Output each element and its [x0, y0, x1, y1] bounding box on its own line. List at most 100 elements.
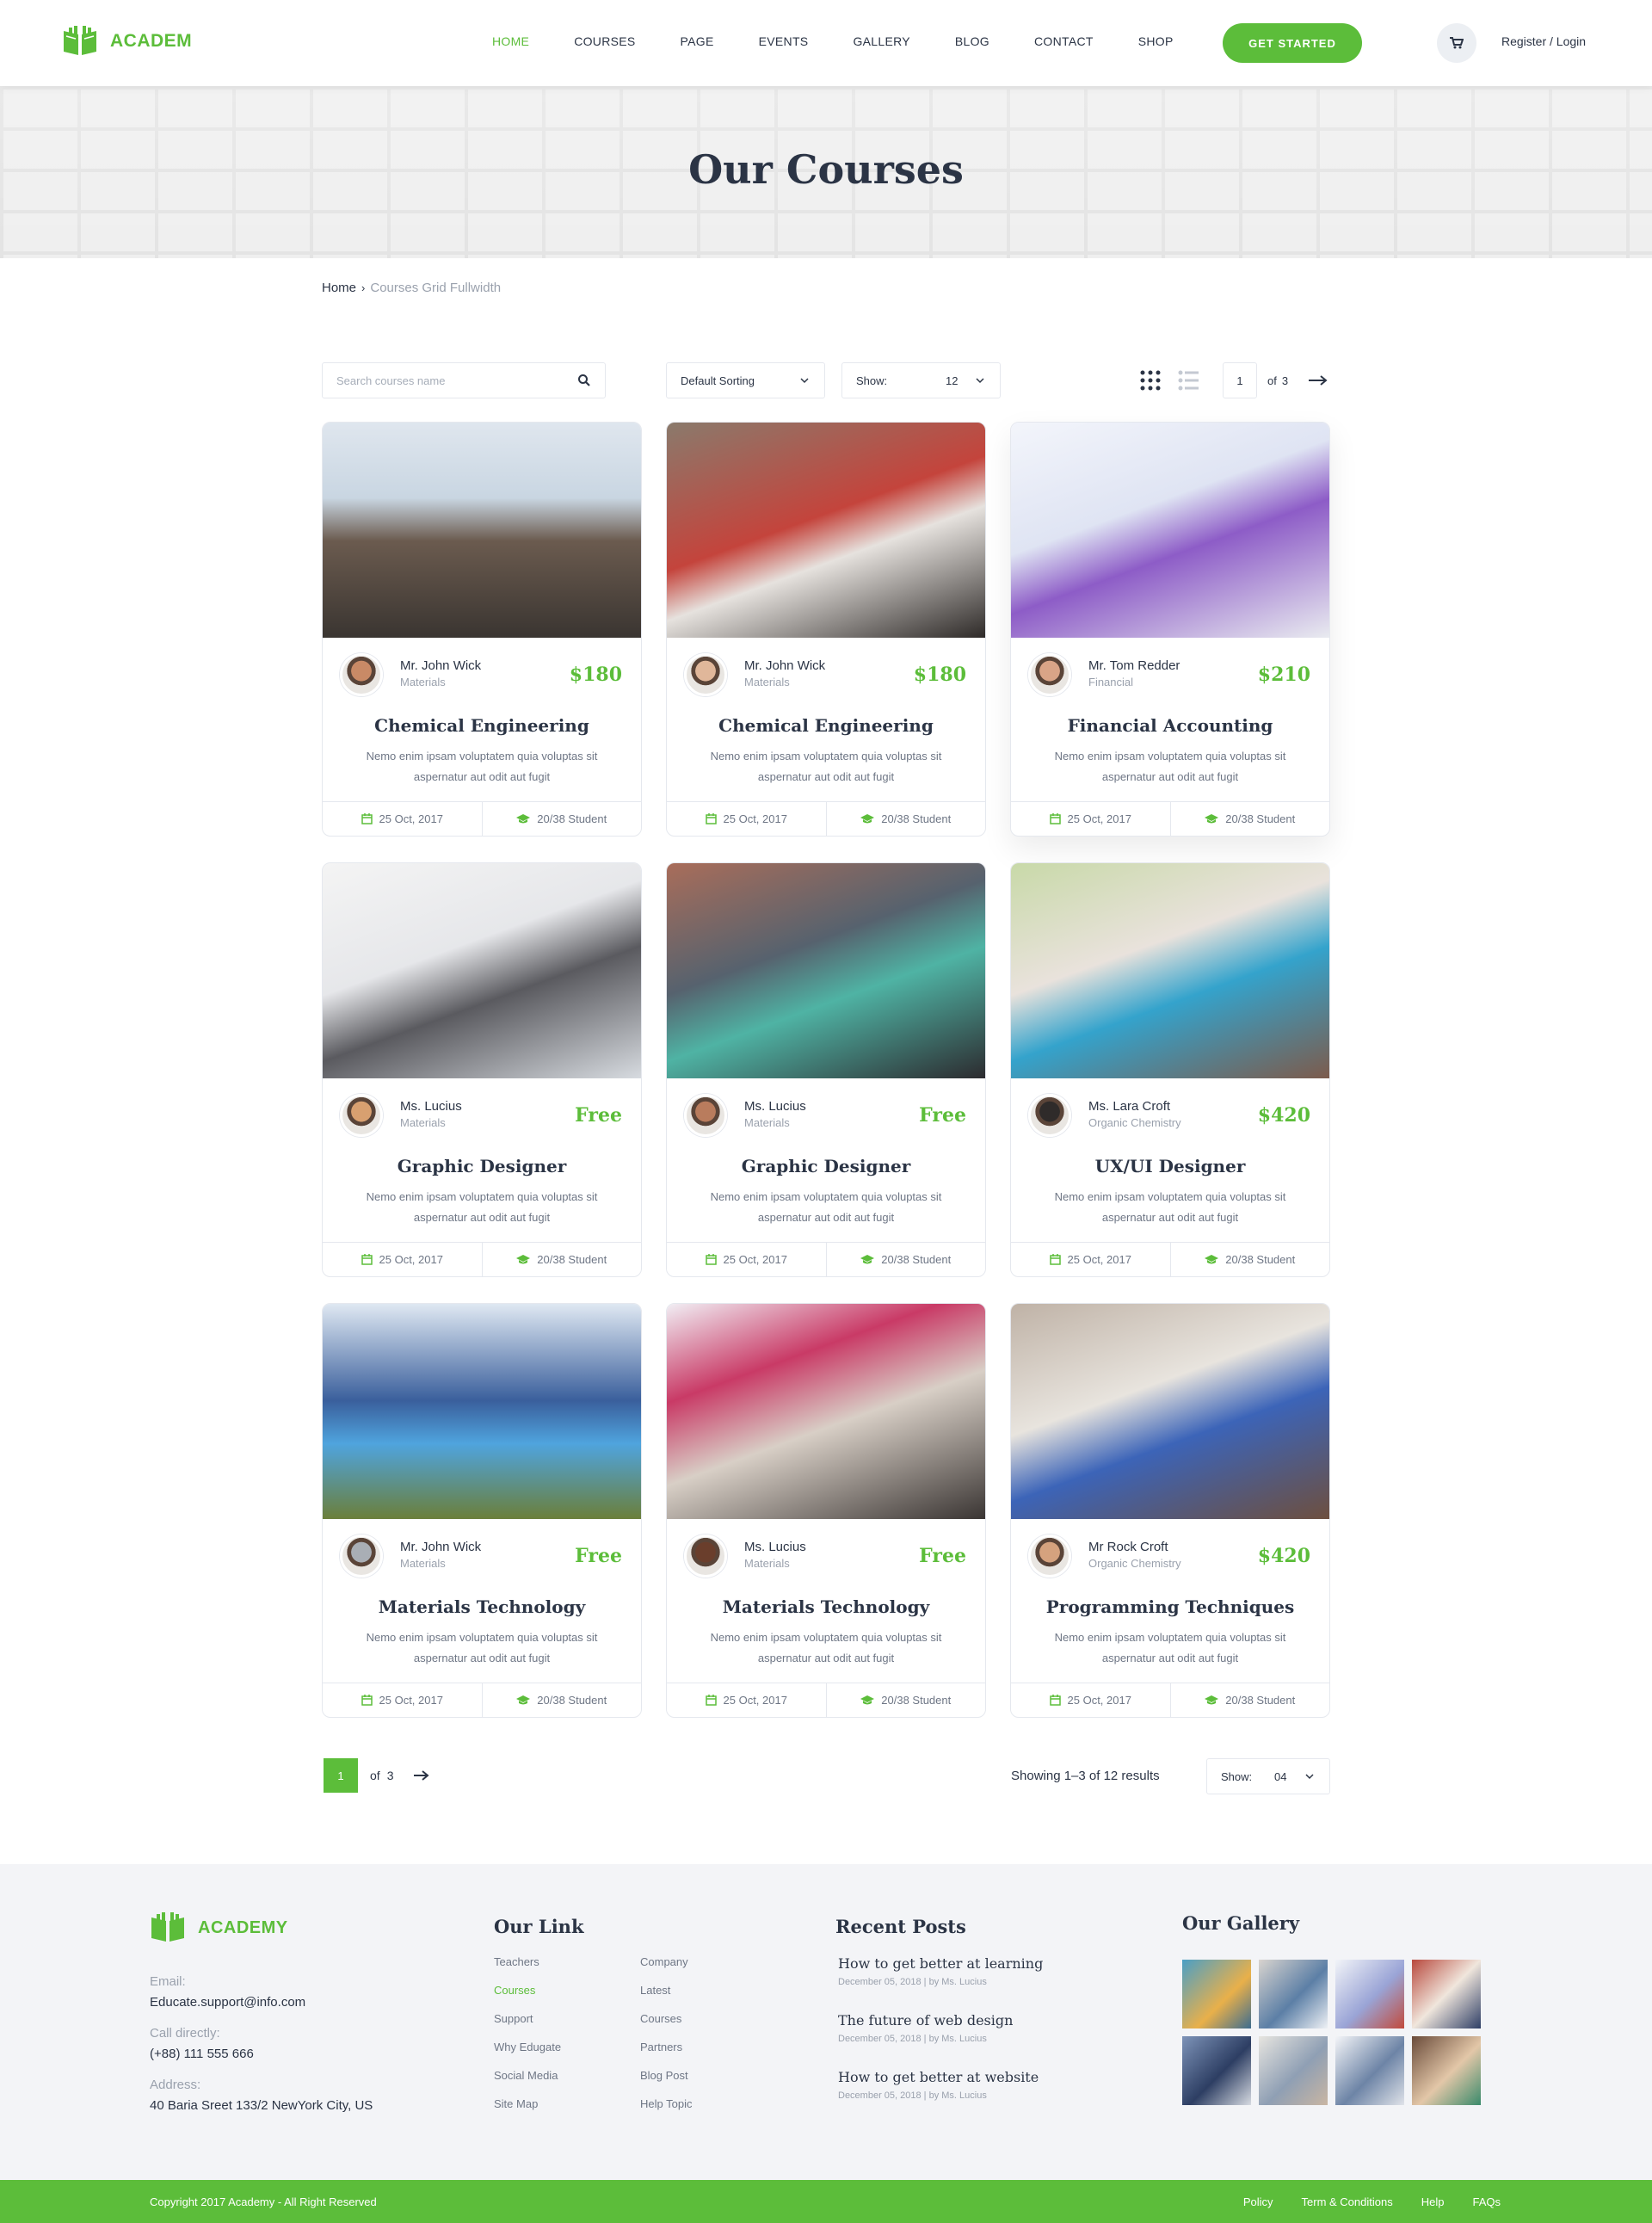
- avatar[interactable]: [684, 1534, 727, 1578]
- gallery-image[interactable]: [1412, 2036, 1481, 2105]
- course-image[interactable]: [1011, 423, 1329, 638]
- arrow-right-icon[interactable]: [1309, 375, 1328, 386]
- email-value[interactable]: Educate.support@info.com: [150, 1995, 305, 2010]
- course-card[interactable]: Ms. Lucius Materials Free Graphic Designer N…: [322, 862, 642, 1277]
- footer-link[interactable]: Blog Post: [640, 2069, 692, 2097]
- course-card[interactable]: Mr. John Wick Materials Free Materials Tech…: [322, 1303, 642, 1718]
- course-title[interactable]: Financial Accounting: [1011, 715, 1329, 736]
- teacher-name[interactable]: Ms. Lucius: [744, 1540, 806, 1554]
- footer-link[interactable]: Social Media: [494, 2069, 561, 2097]
- course-card[interactable]: Mr. John Wick Materials $180 Chemical Engin…: [322, 422, 642, 837]
- teacher-name[interactable]: Mr. John Wick: [400, 658, 481, 673]
- teacher-name[interactable]: Ms. Lara Croft: [1088, 1099, 1170, 1114]
- nav-blog[interactable]: BLOG: [955, 34, 989, 48]
- course-image[interactable]: [667, 1304, 985, 1519]
- grid-view-icon[interactable]: [1140, 370, 1161, 391]
- course-image[interactable]: [323, 1304, 641, 1519]
- course-card[interactable]: Mr Rock Croft Organic Chemistry $420 Progra…: [1010, 1303, 1330, 1718]
- footer-link[interactable]: Company: [640, 1955, 692, 1984]
- recent-post[interactable]: How to get better at website December 05…: [838, 2069, 1039, 2101]
- teacher-name[interactable]: Mr. Tom Redder: [1088, 658, 1180, 673]
- gallery-image[interactable]: [1335, 2036, 1404, 2105]
- course-title[interactable]: Materials Technology: [667, 1596, 985, 1617]
- nav-courses[interactable]: COURSES: [574, 34, 635, 48]
- course-image[interactable]: [323, 423, 641, 638]
- avatar[interactable]: [340, 653, 383, 696]
- teacher-name[interactable]: Mr Rock Croft: [1088, 1540, 1168, 1554]
- sorting-select[interactable]: Default Sorting: [666, 362, 825, 398]
- policy-link[interactable]: Policy: [1243, 2195, 1273, 2208]
- footer-link[interactable]: Teachers: [494, 1955, 561, 1984]
- course-title[interactable]: Graphic Designer: [323, 1156, 641, 1176]
- page-number-input[interactable]: 1: [1223, 362, 1257, 398]
- footer-link[interactable]: Courses: [640, 2012, 692, 2041]
- arrow-right-icon[interactable]: [414, 1770, 430, 1781]
- course-title[interactable]: Chemical Engineering: [667, 715, 985, 736]
- avatar[interactable]: [684, 1094, 727, 1137]
- avatar[interactable]: [684, 653, 727, 696]
- phone-value[interactable]: (+88) 111 555 666: [150, 2047, 254, 2061]
- list-view-icon[interactable]: [1178, 370, 1199, 391]
- nav-page[interactable]: PAGE: [681, 34, 714, 48]
- course-card[interactable]: Ms. Lucius Materials Free Graphic Designer N…: [666, 862, 986, 1277]
- nav-home[interactable]: HOME: [492, 34, 529, 48]
- register-login-link[interactable]: Register / Login: [1501, 34, 1586, 48]
- course-image[interactable]: [1011, 863, 1329, 1078]
- course-image[interactable]: [667, 423, 985, 638]
- footer-logo[interactable]: ACADEMY: [150, 1912, 288, 1943]
- course-image[interactable]: [667, 863, 985, 1078]
- avatar[interactable]: [1028, 1534, 1071, 1578]
- post-title[interactable]: The future of web design: [838, 2012, 1013, 2028]
- course-image[interactable]: [323, 863, 641, 1078]
- page-1-button[interactable]: 1: [324, 1758, 358, 1793]
- teacher-name[interactable]: Mr. John Wick: [744, 658, 825, 673]
- teacher-name[interactable]: Ms. Lucius: [744, 1099, 806, 1114]
- post-title[interactable]: How to get better at website: [838, 2069, 1039, 2085]
- nav-gallery[interactable]: GALLERY: [853, 34, 909, 48]
- course-card[interactable]: Ms. Lara Croft Organic Chemistry $420 UX/UI…: [1010, 862, 1330, 1277]
- course-card[interactable]: Mr. Tom Redder Financial $210 Financial Acc…: [1010, 422, 1330, 837]
- course-title[interactable]: Chemical Engineering: [323, 715, 641, 736]
- nav-contact[interactable]: CONTACT: [1034, 34, 1094, 48]
- course-title[interactable]: Graphic Designer: [667, 1156, 985, 1176]
- terms-link[interactable]: Term & Conditions: [1302, 2195, 1393, 2208]
- search-icon[interactable]: [577, 374, 591, 387]
- gallery-image[interactable]: [1259, 2036, 1328, 2105]
- recent-post[interactable]: The future of web design December 05, 20…: [838, 2012, 1013, 2044]
- avatar[interactable]: [1028, 1094, 1071, 1137]
- gallery-image[interactable]: [1182, 2036, 1251, 2105]
- get-started-button[interactable]: GET STARTED: [1223, 23, 1362, 63]
- nav-shop[interactable]: SHOP: [1138, 34, 1174, 48]
- footer-link[interactable]: Why Edugate: [494, 2041, 561, 2069]
- help-link[interactable]: Help: [1421, 2195, 1445, 2208]
- breadcrumb-home[interactable]: Home: [322, 281, 356, 295]
- footer-link[interactable]: Partners: [640, 2041, 692, 2069]
- gallery-image[interactable]: [1182, 1960, 1251, 2028]
- gallery-image[interactable]: [1259, 1960, 1328, 2028]
- logo[interactable]: ACADEM: [62, 26, 192, 57]
- teacher-name[interactable]: Mr. John Wick: [400, 1540, 481, 1554]
- recent-post[interactable]: How to get better at learning December 0…: [838, 1955, 1043, 1987]
- search-input[interactable]: [336, 374, 569, 387]
- avatar[interactable]: [1028, 653, 1071, 696]
- footer-link[interactable]: Help Topic: [640, 2097, 692, 2126]
- nav-events[interactable]: EVENTS: [759, 34, 809, 48]
- post-title[interactable]: How to get better at learning: [838, 1955, 1043, 1972]
- course-title[interactable]: UX/UI Designer: [1011, 1156, 1329, 1176]
- faqs-link[interactable]: FAQs: [1472, 2195, 1501, 2208]
- course-title[interactable]: Materials Technology: [323, 1596, 641, 1617]
- bottom-per-page-select[interactable]: Show: 04: [1206, 1758, 1330, 1794]
- teacher-name[interactable]: Ms. Lucius: [400, 1099, 462, 1114]
- course-card[interactable]: Ms. Lucius Materials Free Materials Technol…: [666, 1303, 986, 1718]
- avatar[interactable]: [340, 1094, 383, 1137]
- footer-link[interactable]: Support: [494, 2012, 561, 2041]
- gallery-image[interactable]: [1335, 1960, 1404, 2028]
- avatar[interactable]: [340, 1534, 383, 1578]
- footer-link[interactable]: Site Map: [494, 2097, 561, 2126]
- footer-link[interactable]: Courses: [494, 1984, 561, 2012]
- course-title[interactable]: Programming Techniques: [1011, 1596, 1329, 1617]
- course-card[interactable]: Mr. John Wick Materials $180 Chemical Engin…: [666, 422, 986, 837]
- cart-button[interactable]: [1437, 23, 1476, 63]
- footer-link[interactable]: Latest: [640, 1984, 692, 2012]
- course-image[interactable]: [1011, 1304, 1329, 1519]
